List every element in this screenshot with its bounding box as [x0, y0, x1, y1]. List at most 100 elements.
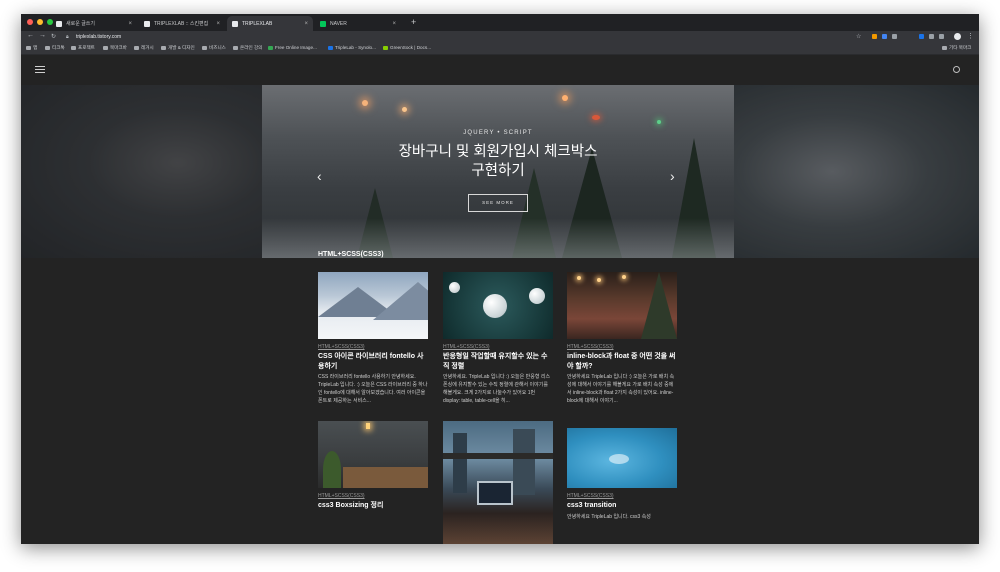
- hero-category[interactable]: JQUERY • SCRIPT: [262, 130, 734, 136]
- bookmark-folder[interactable]: 비즈니스: [202, 45, 226, 51]
- extension-icon[interactable]: [919, 34, 924, 39]
- post-card[interactable]: HTML+SCSS(CSS3) css3 transition 안녕하세요 Tr…: [567, 428, 677, 521]
- post-thumbnail[interactable]: [443, 421, 553, 544]
- post-card[interactable]: HTML+SCSS(CSS3) css3 Boxsizing 정리: [318, 421, 428, 511]
- reload-icon[interactable]: ↻: [51, 33, 56, 40]
- extension-icon[interactable]: [882, 34, 887, 39]
- folder-icon: [134, 46, 139, 50]
- folder-icon: [71, 46, 76, 50]
- close-icon[interactable]: ×: [304, 21, 308, 27]
- menu-icon[interactable]: [35, 66, 45, 75]
- post-thumbnail[interactable]: [443, 272, 553, 339]
- next-slide-preview[interactable]: [734, 85, 979, 258]
- post-excerpt: 안녕하세요 TripleLab 입니다 :) 오늘은 가로 배치 속성에 대해서…: [567, 374, 675, 404]
- extension-icon[interactable]: [892, 34, 897, 39]
- bookmark-folder[interactable]: 북마크바: [103, 45, 127, 51]
- image-icon: [268, 45, 273, 50]
- light-decoration: [592, 115, 600, 120]
- post-card[interactable]: [443, 421, 553, 544]
- light-decoration: [362, 100, 368, 106]
- forward-icon[interactable]: →: [39, 32, 46, 39]
- folder-icon: [103, 46, 108, 50]
- tab-title: 새로운 글쓰기: [66, 21, 95, 27]
- post-card[interactable]: HTML+SCSS(CSS3) CSS 아이콘 라이브러리 fontello 사…: [318, 272, 428, 405]
- url-field[interactable]: triplexlab.tistory.com: [76, 34, 121, 40]
- post-title[interactable]: 반응형일 작업할때 유지할수 있는 수직 정렬: [443, 352, 553, 371]
- post-category[interactable]: HTML+SCSS(CSS3): [318, 344, 428, 350]
- bookmark-apps[interactable]: 앱: [26, 45, 37, 51]
- post-card[interactable]: HTML+SCSS(CSS3) inline-block과 float 중 어떤…: [567, 272, 677, 405]
- post-title[interactable]: css3 Boxsizing 정리: [318, 501, 428, 511]
- bookmarks-bar: 앱 티크톡 프로젝트 북마크바 레거시 개발 & 디자인 비즈니스 온라인 강의…: [21, 43, 979, 55]
- bookmark-link[interactable]: GreenSock | Docs...: [383, 45, 431, 50]
- minimize-window-button[interactable]: [37, 19, 43, 25]
- post-category[interactable]: HTML+SCSS(CSS3): [567, 344, 677, 350]
- apps-icon: [26, 46, 31, 50]
- post-category[interactable]: HTML+SCSS(CSS3): [567, 493, 677, 499]
- greensock-icon: [383, 45, 388, 50]
- tab-title: NAVER: [330, 20, 347, 27]
- post-title[interactable]: CSS 아이콘 라이브러리 fontello 사용하기: [318, 352, 428, 371]
- extension-icon[interactable]: [872, 34, 877, 39]
- page-icon: [144, 20, 150, 27]
- close-icon[interactable]: ×: [392, 21, 396, 27]
- post-thumbnail[interactable]: [567, 272, 677, 339]
- close-icon[interactable]: ×: [128, 21, 132, 27]
- bookmark-folder[interactable]: 레거시: [134, 45, 154, 51]
- avatar[interactable]: [954, 33, 961, 40]
- next-arrow-icon[interactable]: ›: [670, 169, 675, 183]
- browser-window: 새로운 글쓰기 × TRIPLEXLAB :: 스킨편집 × TRIPLEXLA…: [21, 14, 979, 544]
- post-excerpt: 안녕하세요 TripleLab 입니다. css3 속성: [567, 513, 651, 520]
- hero-title[interactable]: 장바구니 및 회원가입시 체크박스 구현하기: [348, 143, 648, 181]
- bookmark-folder[interactable]: 온라인 강의: [233, 45, 262, 51]
- tab-title: TRIPLEXLAB :: 스킨편집: [154, 21, 209, 27]
- bookmark-folder[interactable]: 티크톡: [45, 45, 65, 51]
- light-decoration: [402, 107, 407, 112]
- window-controls: [27, 19, 53, 25]
- tab-triplexlab[interactable]: TRIPLEXLAB ×: [227, 16, 313, 31]
- post-thumbnail[interactable]: [567, 428, 677, 488]
- bookmark-link[interactable]: Free Online Image...: [268, 45, 317, 50]
- post-thumbnail[interactable]: [318, 272, 428, 339]
- more-menu-icon[interactable]: ⋮: [967, 32, 974, 40]
- puzzle-icon[interactable]: [939, 34, 944, 39]
- site-header: [21, 55, 979, 85]
- section-title: HTML+SCSS(CSS3): [318, 251, 384, 258]
- close-icon[interactable]: ×: [216, 21, 220, 27]
- lock-icon: 🔒︎: [66, 34, 69, 40]
- address-toolbar: ← → ↻ 🔒︎ triplexlab.tistory.com ☆ ⋮: [21, 31, 979, 43]
- post-excerpt: 안녕하세요. TripleLab 입니다 :) 오늘은 반응형 리스폰싱에 유지…: [443, 374, 551, 404]
- folder-icon: [45, 46, 50, 50]
- light-decoration: [657, 120, 661, 124]
- post-title[interactable]: inline-block과 float 중 어떤 것을 써야 할까?: [567, 352, 677, 371]
- tab-skin-edit[interactable]: TRIPLEXLAB :: 스킨편집 ×: [139, 16, 225, 31]
- post-category[interactable]: HTML+SCSS(CSS3): [443, 344, 553, 350]
- page-content: JQUERY • SCRIPT 장바구니 및 회원가입시 체크박스 구현하기 S…: [21, 55, 979, 544]
- light-decoration: [562, 95, 568, 101]
- post-card[interactable]: HTML+SCSS(CSS3) 반응형일 작업할때 유지할수 있는 수직 정렬 …: [443, 272, 553, 405]
- current-slide[interactable]: JQUERY • SCRIPT 장바구니 및 회원가입시 체크박스 구현하기 S…: [262, 85, 734, 258]
- bookmark-link[interactable]: TripleLab - Synolo...: [328, 45, 376, 50]
- page-icon: [56, 20, 62, 27]
- post-title[interactable]: css3 transition: [567, 501, 677, 511]
- bookmark-folder[interactable]: 개발 & 디자인: [161, 45, 195, 51]
- new-tab-button[interactable]: +: [411, 17, 416, 27]
- extension-icon[interactable]: [929, 34, 934, 39]
- prev-arrow-icon[interactable]: ‹: [317, 169, 322, 183]
- bookmark-other[interactable]: 기타 북마크: [942, 45, 971, 51]
- prev-slide-preview[interactable]: [21, 85, 262, 258]
- hero-slider: JQUERY • SCRIPT 장바구니 및 회원가입시 체크박스 구현하기 S…: [21, 85, 979, 258]
- folder-icon: [942, 46, 947, 50]
- tab-new-post[interactable]: 새로운 글쓰기 ×: [51, 16, 137, 31]
- search-icon[interactable]: [953, 66, 960, 73]
- bookmark-folder[interactable]: 프로젝트: [71, 45, 95, 51]
- see-more-button[interactable]: SEE MORE: [468, 194, 528, 212]
- folder-icon: [202, 46, 207, 50]
- post-thumbnail[interactable]: [318, 421, 428, 488]
- post-category[interactable]: HTML+SCSS(CSS3): [318, 493, 428, 499]
- close-window-button[interactable]: [27, 19, 33, 25]
- back-icon[interactable]: ←: [27, 32, 34, 39]
- site-icon: [328, 45, 333, 50]
- tab-naver[interactable]: NAVER ×: [315, 16, 401, 31]
- star-icon[interactable]: ☆: [856, 33, 861, 40]
